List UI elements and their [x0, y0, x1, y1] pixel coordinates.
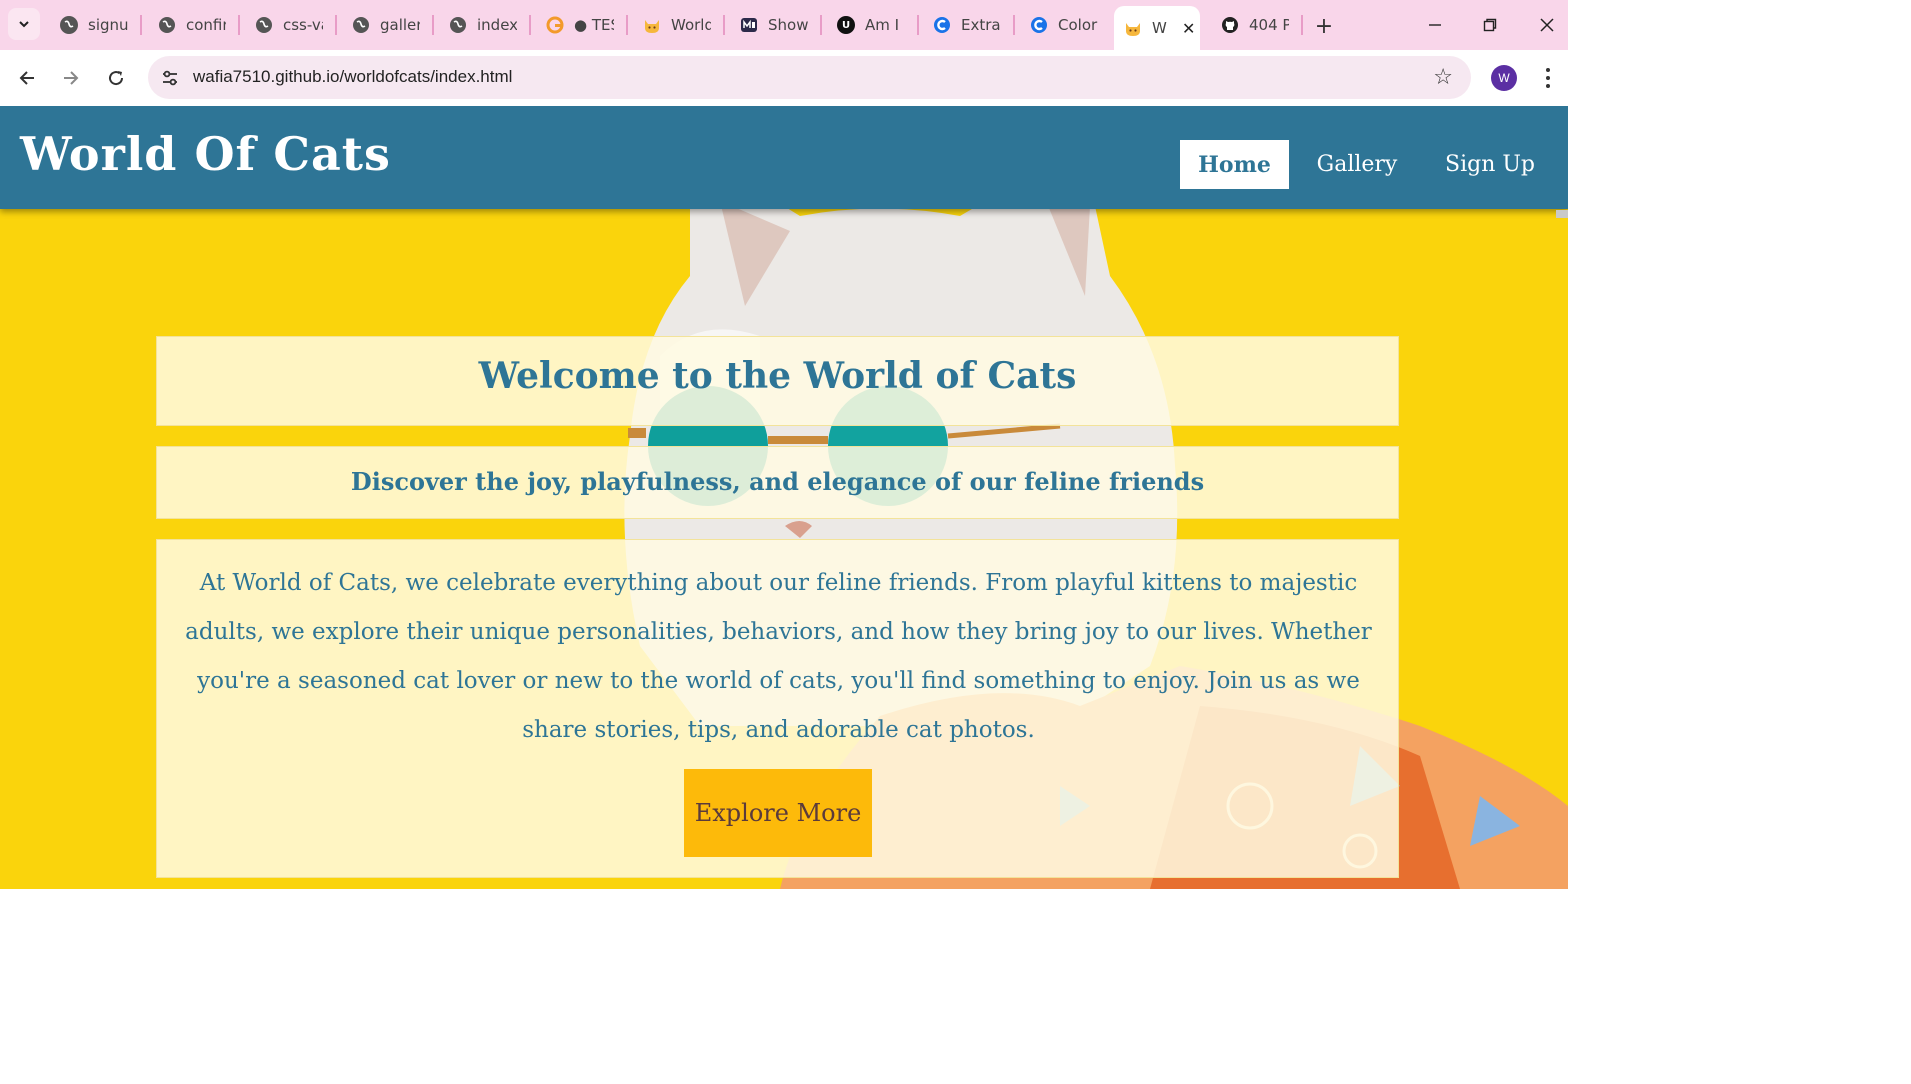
- tab-404[interactable]: 404 P: [1221, 8, 1297, 42]
- url-text[interactable]: wafia7510.github.io/worldofcats/index.ht…: [193, 67, 512, 87]
- tab-separator: [432, 15, 434, 35]
- tab-separator: [626, 15, 628, 35]
- showcase-icon: [740, 16, 758, 34]
- u-logo-icon: U: [837, 16, 855, 34]
- chevron-down-icon: [19, 21, 29, 28]
- site-header: World Of Cats Home Gallery Sign Up: [0, 106, 1568, 209]
- site-title[interactable]: World Of Cats: [20, 127, 391, 181]
- tab-title: World: [671, 16, 711, 34]
- tab-separator: [238, 15, 240, 35]
- tab-title: css-va: [283, 16, 323, 34]
- tab-color[interactable]: Color: [1030, 8, 1106, 42]
- tab-separator: [1301, 15, 1303, 35]
- tab-world[interactable]: World: [643, 8, 719, 42]
- c-logo-icon: [1030, 16, 1048, 34]
- intro-paragraph: At World of Cats, we celebrate everythin…: [185, 570, 1372, 743]
- tab-title: index: [477, 16, 517, 34]
- tab-separator: [529, 15, 531, 35]
- tab-extract[interactable]: Extrac: [933, 8, 1009, 42]
- tab-separator: [723, 15, 725, 35]
- tab-am-i[interactable]: U Am I: [837, 8, 913, 42]
- arrow-left-icon: [19, 71, 34, 85]
- close-window-button[interactable]: [1532, 10, 1562, 40]
- tab-separator: [820, 15, 822, 35]
- nav-sign-up-link[interactable]: Sign Up: [1432, 140, 1548, 189]
- tab-strip: signup confirm css-va gallery index ● TE…: [0, 0, 1568, 50]
- page-viewport: World Of Cats Home Gallery Sign Up Welco…: [0, 106, 1568, 889]
- browser-toolbar: wafia7510.github.io/worldofcats/index.ht…: [0, 50, 1568, 106]
- minimize-icon: [1429, 24, 1441, 26]
- page-scrollbar[interactable]: [1556, 210, 1568, 218]
- intro-panel: At World of Cats, we celebrate everythin…: [156, 539, 1399, 878]
- arrow-right-icon: [64, 71, 79, 85]
- tab-separator: [917, 15, 919, 35]
- tab-separator: [1013, 15, 1015, 35]
- globe-icon: [158, 16, 176, 34]
- forward-button[interactable]: [55, 62, 87, 94]
- github-icon: [1221, 16, 1239, 34]
- cat-icon: [1124, 19, 1142, 37]
- browser-menu-icon[interactable]: [1535, 64, 1561, 92]
- welcome-heading: Welcome to the World of Cats: [478, 355, 1077, 397]
- tab-separator: [140, 15, 142, 35]
- restore-button[interactable]: [1475, 10, 1505, 40]
- explore-more-button[interactable]: Explore More: [684, 769, 872, 857]
- tab-title: confirm: [186, 16, 226, 34]
- tab-search-button[interactable]: [8, 8, 40, 40]
- tab-title: Extrac: [961, 16, 1001, 34]
- welcome-heading-panel: Welcome to the World of Cats: [156, 336, 1399, 426]
- close-icon: [1540, 18, 1554, 32]
- globe-icon: [60, 16, 78, 34]
- tab-title: ● TES: [574, 16, 614, 34]
- minimize-button[interactable]: [1420, 10, 1450, 40]
- tab-separator: [335, 15, 337, 35]
- c-logo-icon: [933, 16, 951, 34]
- reload-button[interactable]: [100, 62, 132, 94]
- address-bar[interactable]: wafia7510.github.io/worldofcats/index.ht…: [148, 56, 1471, 99]
- tab-title: Color: [1058, 16, 1098, 34]
- tab-title: signup: [88, 16, 128, 34]
- site-settings-icon[interactable]: [160, 68, 180, 88]
- bookmark-star-icon[interactable]: ☆: [1433, 65, 1453, 90]
- tab-signup[interactable]: signup: [60, 8, 136, 42]
- close-tab-icon[interactable]: ✕: [1182, 19, 1195, 38]
- tab-title: Am I: [865, 16, 900, 34]
- profile-avatar[interactable]: W: [1491, 65, 1517, 91]
- new-tab-button[interactable]: +: [1310, 12, 1338, 40]
- back-button[interactable]: [11, 62, 43, 94]
- tab-confirm[interactable]: confirm: [158, 8, 234, 42]
- subheading: Discover the joy, playfulness, and elega…: [350, 467, 1205, 496]
- tab-world-of-cats-active[interactable]: W ✕: [1114, 6, 1200, 50]
- tab-title: W: [1152, 19, 1167, 37]
- restore-icon: [1483, 18, 1497, 32]
- nav-home-link[interactable]: Home: [1180, 140, 1289, 189]
- tab-css-variables[interactable]: css-va: [255, 8, 331, 42]
- tab-title: 404 P: [1249, 16, 1289, 34]
- tab-gallery[interactable]: gallery: [352, 8, 428, 42]
- subheading-panel: Discover the joy, playfulness, and elega…: [156, 446, 1399, 519]
- tab-index[interactable]: index: [449, 8, 525, 42]
- globe-icon: [449, 16, 467, 34]
- nav-gallery-link[interactable]: Gallery: [1301, 140, 1413, 189]
- tab-show[interactable]: Show: [740, 8, 816, 42]
- globe-icon: [352, 16, 370, 34]
- tab-title: gallery: [380, 16, 420, 34]
- tab-test[interactable]: ● TES: [546, 8, 622, 42]
- globe-icon: [255, 16, 273, 34]
- reload-icon: [109, 71, 124, 86]
- cat-icon: [643, 16, 661, 34]
- tab-title: Show: [768, 16, 808, 34]
- grammarly-icon: [546, 16, 564, 34]
